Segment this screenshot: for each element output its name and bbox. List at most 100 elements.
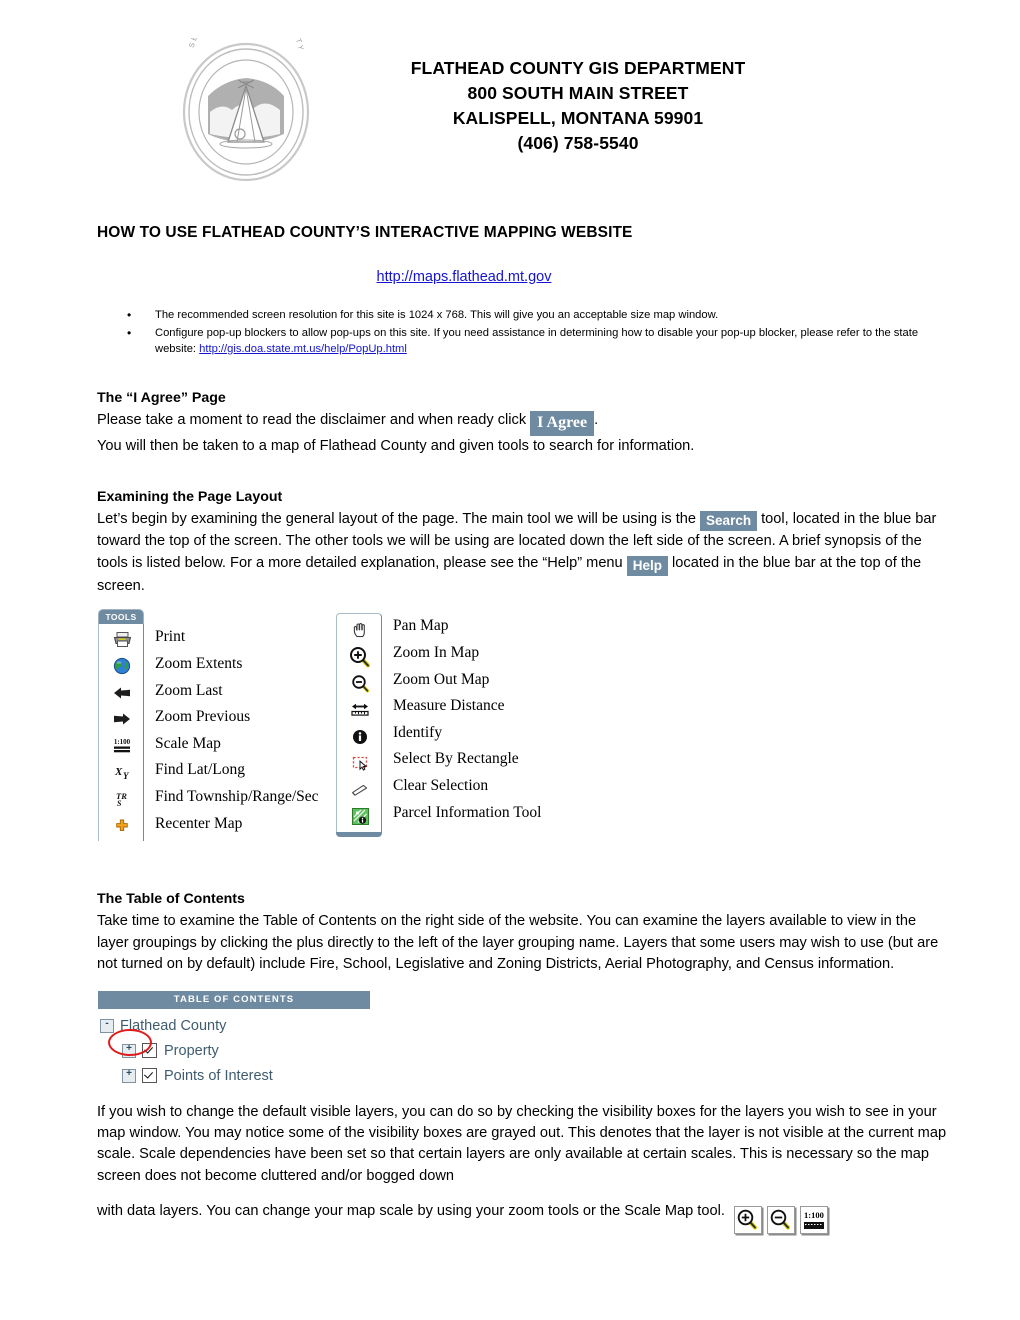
tool-label-clear-selection: Clear Selection <box>393 776 489 794</box>
ruler-bar-icon <box>803 1222 824 1230</box>
scale-1-100-icon: 1:100 <box>99 737 145 755</box>
xy-icon: XY <box>99 764 145 782</box>
tool-row-zoom-last[interactable] <box>99 680 143 707</box>
toc-item-flathead-county[interactable]: - Flathead County <box>98 1013 370 1038</box>
tool-row-identify[interactable] <box>337 724 381 751</box>
i-agree-text-before: Please take a moment to read the disclai… <box>97 411 531 428</box>
main-url-link[interactable]: http://maps.flathead.mt.gov <box>377 269 552 285</box>
tool-row-find-latlong[interactable]: XY <box>99 759 143 786</box>
document-page: SEAL OF FLATHEAD COUNTY STATE OF MONTANA… <box>0 0 1020 1320</box>
tool-row-zoom-previous[interactable] <box>99 706 143 733</box>
toc-item-property[interactable]: + Property <box>98 1038 370 1063</box>
tool-label-scale-map: Scale Map <box>155 734 221 752</box>
tool-row-zoom-extents[interactable] <box>99 653 143 680</box>
agency-address-block: FLATHEAD COUNTY GIS DEPARTMENT 800 SOUTH… <box>346 38 1020 155</box>
measure-distance-icon <box>337 702 383 718</box>
tool-row-find-trs[interactable]: TR S <box>99 786 143 813</box>
requirements-list: The recommended screen resolution for th… <box>0 307 1020 358</box>
tool-row-scale-map[interactable]: 1:100 <box>99 733 143 760</box>
tool-label-parcel-information: Parcel Information Tool <box>393 803 542 821</box>
hand-icon <box>337 621 383 640</box>
toc-tree: - Flathead County + Property + Points of… <box>98 1009 370 1088</box>
page-title: HOW TO USE FLATHEAD COUNTY’S INTERACTIVE… <box>97 224 633 241</box>
tool-label-recenter-map: Recenter Map <box>155 814 243 832</box>
county-seal: SEAL OF FLATHEAD COUNTY STATE OF MONTANA <box>166 38 346 186</box>
agency-city: KALISPELL, MONTANA 59901 <box>452 107 704 128</box>
eraser-icon <box>337 783 383 798</box>
tool-row-zoom-out-map[interactable] <box>337 671 381 698</box>
tool-row-print[interactable] <box>99 626 143 653</box>
tools-icon-strip-left: 1:100 XY TR S <box>98 624 144 842</box>
tool-label-zoom-extents: Zoom Extents <box>155 654 243 672</box>
tool-label-print: Print <box>155 628 186 646</box>
toc-header-bar: TABLE OF CONTENTS <box>98 991 370 1010</box>
seal-inner-text: STATE OF MONTANA <box>198 181 292 186</box>
tools-panel-left: TOOLS 1:100 X Y TR S Print Zoom Extents … <box>98 609 319 842</box>
tool-labels-right: Pan Map Zoom In Map Zoom Out Map Measure… <box>383 613 541 826</box>
tools-strip-footer-right <box>336 832 382 838</box>
zoom-in-button-icon[interactable] <box>733 1206 762 1235</box>
tool-labels-left: Print Zoom Extents Zoom Last Zoom Previo… <box>145 624 319 837</box>
trs-icon: TR S <box>99 790 145 808</box>
svg-text:STATE OF MONTANA: STATE OF MONTANA <box>198 181 295 186</box>
agency-name: FLATHEAD COUNTY GIS DEPARTMENT <box>410 58 746 78</box>
agency-phone: (406) 758-5540 <box>517 132 639 153</box>
visibility-checkbox[interactable] <box>142 1043 157 1059</box>
orange-plus-icon <box>99 817 145 835</box>
collapse-toggle-icon[interactable]: - <box>100 1018 114 1033</box>
arrow-right-icon <box>99 711 145 727</box>
toc-item-label: Points of Interest <box>164 1067 273 1084</box>
info-circle-icon <box>337 729 383 745</box>
section-heading-table-of-contents: The Table of Contents <box>97 891 245 908</box>
parcel-info-icon <box>337 807 383 826</box>
letterhead: SEAL OF FLATHEAD COUNTY STATE OF MONTANA… <box>0 0 1020 186</box>
tool-label-zoom-last: Zoom Last <box>155 681 223 699</box>
bullet-text-resolution: The recommended screen resolution for th… <box>155 309 719 321</box>
arrow-left-icon <box>99 685 145 701</box>
tool-row-measure-distance[interactable] <box>337 697 381 724</box>
tool-label-pan-map: Pan Map <box>393 617 449 635</box>
tool-row-pan-map[interactable] <box>337 617 381 644</box>
help-button[interactable]: Help <box>626 555 668 577</box>
tool-row-recenter-map[interactable] <box>99 813 143 840</box>
scale-value-label: 1:100 <box>804 1210 824 1221</box>
layout-text-part1: Let’s begin by examining the general lay… <box>97 510 701 527</box>
svg-text:Y: Y <box>123 771 130 781</box>
scale-tool-icons: 1:100 <box>733 1206 833 1235</box>
search-button[interactable]: Search <box>700 510 758 532</box>
section-heading-page-layout: Examining the Page Layout <box>97 488 283 505</box>
paragraph-scale-closing: with data layers. You can change your ma… <box>97 1201 950 1235</box>
paragraph-page-layout: Let’s begin by examining the general lay… <box>97 509 950 597</box>
scale-map-button-icon[interactable]: 1:100 <box>799 1206 828 1235</box>
svg-text:X: X <box>114 766 123 778</box>
globe-icon <box>99 657 145 675</box>
toc-item-label: Property <box>164 1042 219 1059</box>
expand-toggle-icon[interactable]: + <box>122 1068 136 1083</box>
tool-label-zoom-out-map: Zoom Out Map <box>393 670 490 688</box>
select-rectangle-icon <box>337 755 383 772</box>
svg-text:1:100: 1:100 <box>114 738 131 746</box>
tool-row-zoom-in-map[interactable] <box>337 644 381 671</box>
tool-row-select-by-rectangle[interactable] <box>337 750 381 777</box>
magnifier-plus-icon <box>337 646 383 668</box>
tool-row-parcel-information[interactable] <box>337 804 381 831</box>
expand-toggle-icon[interactable]: + <box>122 1043 136 1058</box>
printer-icon <box>99 631 145 648</box>
toc-item-points-of-interest[interactable]: + Points of Interest <box>98 1063 370 1088</box>
i-agree-button[interactable]: I Agree <box>530 410 595 436</box>
tool-label-select-by-rectangle: Select By Rectangle <box>393 750 519 768</box>
toc-item-label: Flathead County <box>120 1017 227 1034</box>
tool-row-clear-selection[interactable] <box>337 777 381 804</box>
agency-street: 800 SOUTH MAIN STREET <box>467 82 689 103</box>
popup-help-link[interactable]: http://gis.doa.state.mt.us/help/PopUp.ht… <box>199 343 407 355</box>
table-of-contents-widget: TABLE OF CONTENTS - Flathead County + Pr… <box>98 991 370 1088</box>
zoom-out-button-icon[interactable] <box>766 1206 795 1235</box>
tools-panel-right: Pan Map Zoom In Map Zoom Out Map Measure… <box>336 613 541 838</box>
svg-text:S: S <box>117 799 122 808</box>
tool-label-identify: Identify <box>393 723 443 741</box>
tools-icon-strip-right <box>336 613 382 833</box>
tool-label-find-trs: Find Township/Range/Sec <box>155 787 319 805</box>
paragraph-i-agree: Please take a moment to read the disclai… <box>97 410 950 436</box>
visibility-checkbox[interactable] <box>142 1068 157 1084</box>
tool-label-find-latlong: Find Lat/Long <box>155 761 245 779</box>
